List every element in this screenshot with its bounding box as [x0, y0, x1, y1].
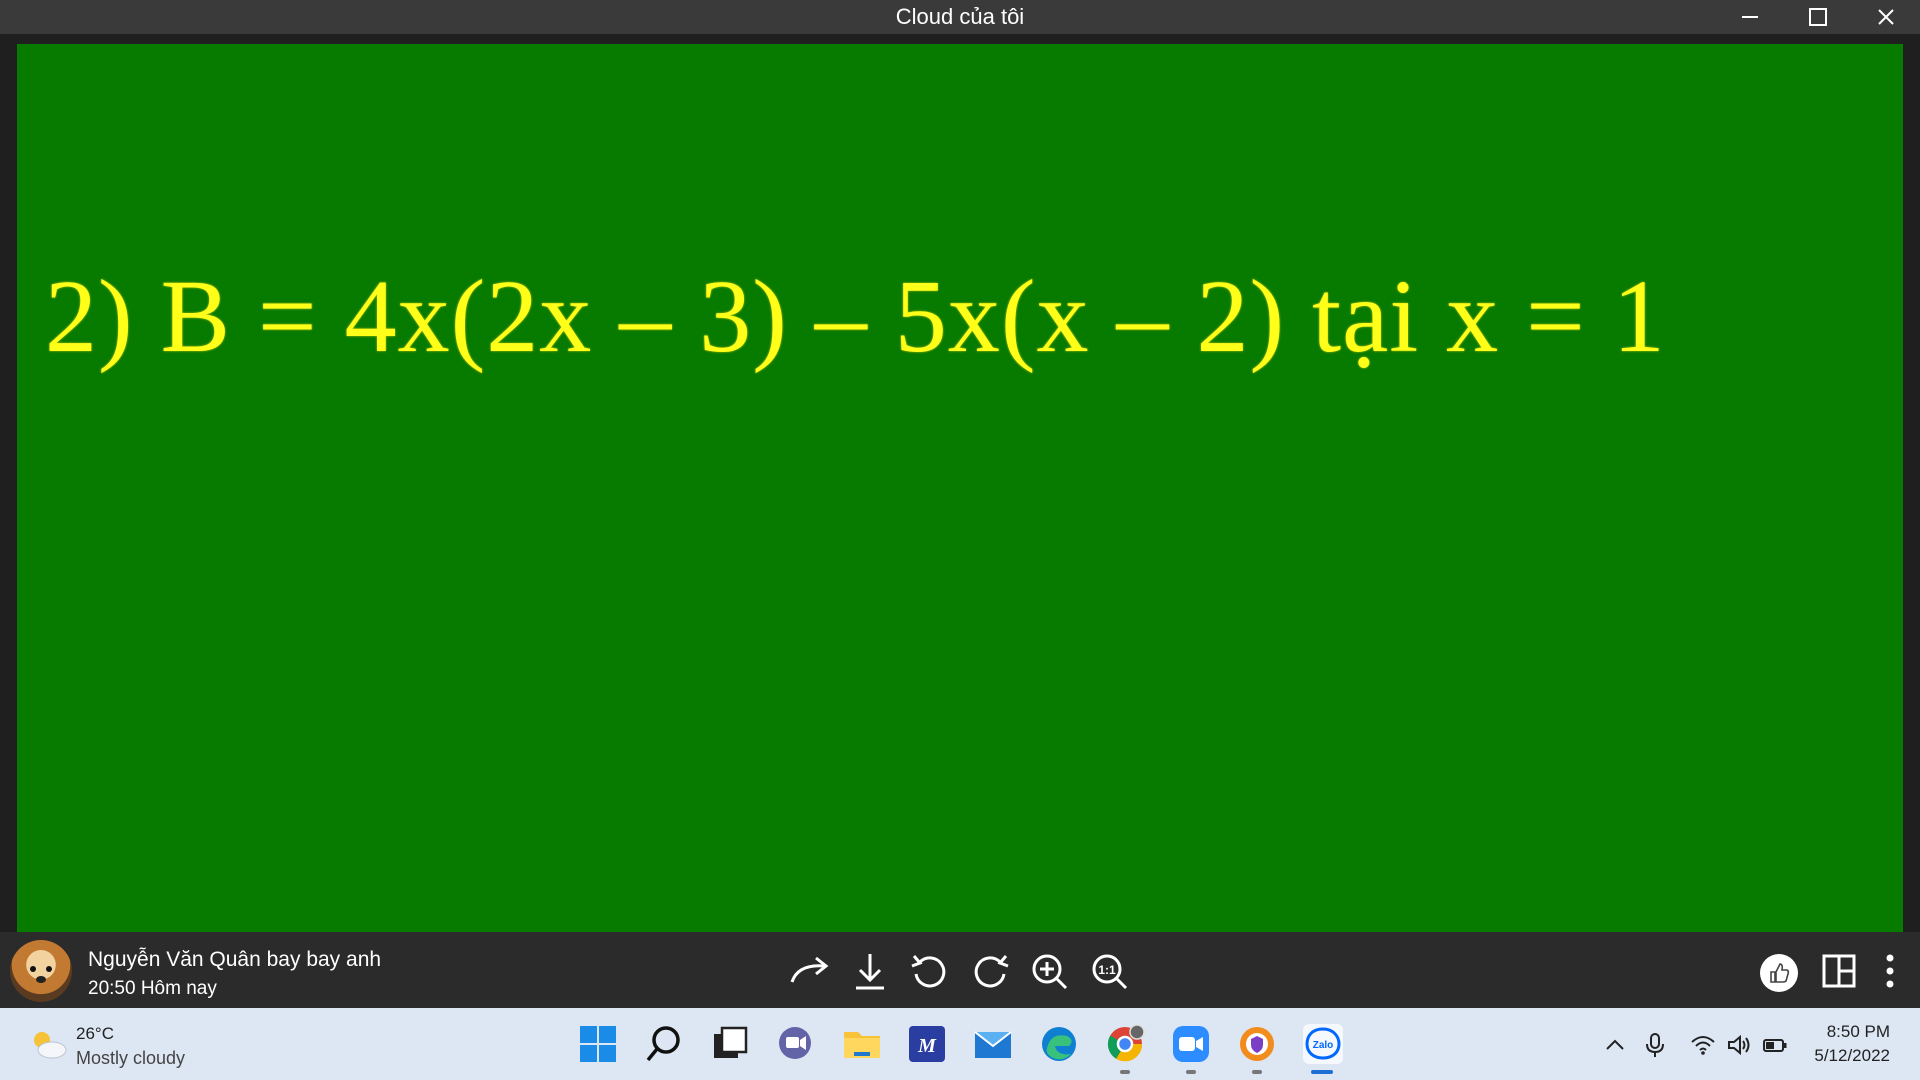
- chrome-running-indicator: [1120, 1070, 1130, 1074]
- zoom-running-indicator: [1186, 1070, 1196, 1074]
- share-icon: [790, 956, 829, 983]
- maximize-icon: [1809, 8, 1827, 26]
- file-explorer-icon: [844, 1032, 880, 1058]
- edge-button[interactable]: [1039, 1024, 1079, 1064]
- microphone-icon: [1646, 1033, 1664, 1057]
- task-view-icon: [714, 1026, 748, 1058]
- layout-button[interactable]: [1818, 950, 1862, 994]
- minimize-icon: [1742, 16, 1758, 18]
- taskbar: 26°C Mostly cloudy M Zalo 8:50 PM 5/12/2…: [0, 1008, 1920, 1080]
- minimize-button[interactable]: [1720, 0, 1780, 34]
- sender-name: Nguyễn Văn Quân bay bay anh: [88, 948, 382, 971]
- image-content: 2) B = 4x(2x – 3) – 5x(x – 2) tại x = 1: [17, 44, 1903, 932]
- rotate-left-icon: [911, 955, 946, 988]
- edge-icon: [1042, 1027, 1076, 1061]
- clock-date[interactable]: 5/12/2022: [1800, 1046, 1890, 1066]
- math-formula: 2) B = 4x(2x – 3) – 5x(x – 2) tại x = 1: [45, 259, 1666, 374]
- like-icon: [1770, 963, 1790, 983]
- svg-text:1:1: 1:1: [1098, 963, 1116, 977]
- teams-chat-icon: [779, 1027, 811, 1059]
- avatar[interactable]: [10, 940, 72, 1002]
- rotate-right-icon: [974, 955, 1009, 988]
- clock-time[interactable]: 8:50 PM: [1800, 1022, 1890, 1042]
- weather-condition[interactable]: Mostly cloudy: [76, 1048, 185, 1069]
- title-bar: Cloud của tôi: [0, 0, 1920, 34]
- teams-chat-button[interactable]: [775, 1024, 815, 1064]
- battery-button[interactable]: [1762, 1032, 1788, 1058]
- mail-icon: [974, 1031, 1012, 1058]
- start-icon: [580, 1026, 616, 1062]
- weather-icon[interactable]: [28, 1026, 68, 1062]
- like-button[interactable]: [1760, 954, 1798, 992]
- show-hidden-icons-button[interactable]: [1602, 1032, 1628, 1058]
- window-title: Cloud của tôi: [895, 4, 1025, 29]
- close-icon: [1878, 9, 1894, 25]
- vpn-running-indicator: [1252, 1070, 1262, 1074]
- zalo-active-indicator: [1311, 1070, 1333, 1074]
- volume-icon: [1728, 1034, 1750, 1056]
- mail-button[interactable]: [973, 1024, 1013, 1064]
- zoom-in-icon: [1032, 954, 1068, 990]
- search-button[interactable]: [644, 1024, 684, 1064]
- chrome-button[interactable]: [1105, 1024, 1145, 1064]
- vpn-button[interactable]: [1237, 1024, 1277, 1064]
- zoom-icon: [1173, 1026, 1209, 1062]
- zalo-button[interactable]: Zalo: [1303, 1024, 1343, 1064]
- mathtype-icon: M: [909, 1026, 945, 1062]
- wifi-button[interactable]: [1690, 1032, 1716, 1058]
- svg-text:Zalo: Zalo: [1313, 1040, 1334, 1051]
- maximize-button[interactable]: [1788, 0, 1848, 34]
- rotate-left-button[interactable]: [908, 950, 952, 994]
- weather-temperature[interactable]: 26°C: [76, 1024, 114, 1044]
- wifi-icon: [1691, 1036, 1715, 1055]
- battery-icon: [1763, 1039, 1787, 1052]
- zalo-icon: Zalo: [1303, 1024, 1343, 1064]
- image-viewer[interactable]: 2) B = 4x(2x – 3) – 5x(x – 2) tại x = 1: [0, 34, 1920, 932]
- chevron-up-icon: [1606, 1039, 1624, 1050]
- task-view-button[interactable]: [710, 1024, 750, 1064]
- download-icon: [856, 954, 884, 990]
- viewer-edge: [1908, 34, 1920, 932]
- share-button[interactable]: [788, 950, 832, 994]
- start-button[interactable]: [578, 1024, 618, 1064]
- zoom-in-button[interactable]: [1028, 950, 1072, 994]
- mathtype-button[interactable]: M: [907, 1024, 947, 1064]
- search-icon: [646, 1026, 680, 1062]
- more-button[interactable]: [1870, 950, 1914, 994]
- chrome-icon: [1107, 1024, 1145, 1062]
- sent-time: 20:50 Hôm nay: [88, 978, 217, 999]
- actual-size-button[interactable]: 1:1: [1088, 950, 1132, 994]
- layout-icon: [1822, 954, 1856, 988]
- zoom-button[interactable]: [1171, 1024, 1211, 1064]
- vpn-icon: [1240, 1027, 1274, 1061]
- microphone-button[interactable]: [1642, 1032, 1668, 1058]
- volume-button[interactable]: [1726, 1032, 1752, 1058]
- file-explorer-button[interactable]: [842, 1024, 882, 1064]
- rotate-right-button[interactable]: [968, 950, 1012, 994]
- image-info-bar: Nguyễn Văn Quân bay bay anh 20:50 Hôm na…: [0, 932, 1920, 1008]
- close-button[interactable]: [1856, 0, 1916, 34]
- actual-size-icon: 1:1: [1092, 954, 1128, 990]
- svg-text:M: M: [917, 1035, 937, 1057]
- download-button[interactable]: [848, 950, 892, 994]
- more-icon: [1886, 954, 1894, 988]
